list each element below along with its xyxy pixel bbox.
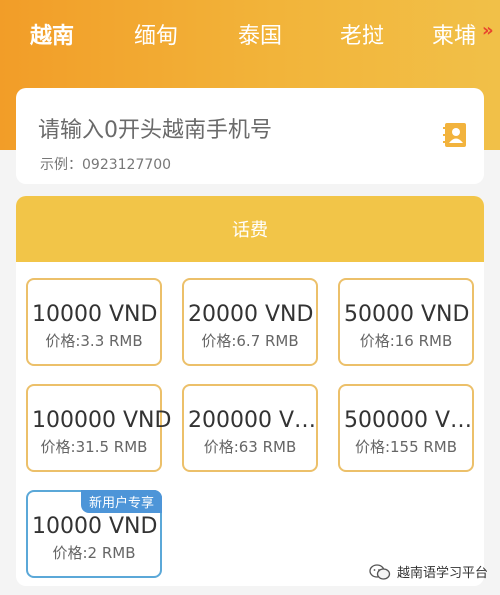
package-price: 价格:2 RMB	[52, 544, 136, 562]
package-amount: 500000 V…	[344, 408, 473, 433]
package-option[interactable]: 200000 V… 价格:63 RMB	[182, 384, 318, 472]
package-amount: 20000 VND	[188, 302, 314, 327]
package-amount: 200000 V…	[188, 408, 317, 433]
topup-title-label: 话费	[232, 220, 268, 241]
package-price: 价格:3.3 RMB	[45, 332, 143, 350]
tab-cambodia[interactable]: 柬埔	[432, 18, 476, 50]
package-amount: 100000 VND	[32, 408, 172, 433]
tab-myanmar[interactable]: 缅甸	[134, 18, 178, 50]
package-price: 价格:16 RMB	[359, 332, 453, 350]
double-chevron-right-icon[interactable]: »	[482, 20, 496, 42]
new-user-badge: 新用户专享	[80, 490, 162, 513]
country-tabs: 越南 缅甸 泰国 老挝 柬埔 »	[0, 0, 500, 66]
package-price: 价格:63 RMB	[203, 438, 297, 456]
wechat-icon	[369, 563, 391, 580]
package-price: 价格:155 RMB	[354, 438, 458, 456]
package-amount: 50000 VND	[344, 302, 470, 327]
package-option[interactable]: 500000 V… 价格:155 RMB	[338, 384, 474, 472]
package-price: 价格:6.7 RMB	[201, 332, 299, 350]
package-price: 价格:31.5 RMB	[40, 438, 148, 456]
package-amount: 10000 VND	[32, 302, 158, 327]
phone-number-input[interactable]	[38, 115, 418, 145]
package-option[interactable]: 100000 VND 价格:31.5 RMB	[26, 384, 172, 472]
package-amount: 10000 VND	[32, 514, 158, 539]
package-option[interactable]: 10000 VND 价格:3.3 RMB	[26, 278, 162, 366]
package-option-new-user[interactable]: 新用户专享 10000 VND 价格:2 RMB	[26, 490, 162, 578]
phone-example-text: 示例：0923127700	[40, 157, 172, 173]
watermark: 越南语学习平台	[369, 562, 488, 581]
contact-book-icon[interactable]	[442, 122, 468, 148]
topup-card: 话费 10000 VND 价格:3.3 RMB 20000 VND 价格:6.7…	[16, 196, 484, 586]
package-option[interactable]: 50000 VND 价格:16 RMB	[338, 278, 474, 366]
topup-title: 话费	[16, 196, 484, 262]
tab-vietnam[interactable]: 越南	[30, 18, 74, 50]
package-option[interactable]: 20000 VND 价格:6.7 RMB	[182, 278, 318, 366]
watermark-text: 越南语学习平台	[396, 566, 488, 581]
tab-thailand[interactable]: 泰国	[238, 18, 282, 50]
tab-laos[interactable]: 老挝	[340, 18, 384, 50]
phone-input-card: 示例：0923127700	[16, 88, 484, 184]
